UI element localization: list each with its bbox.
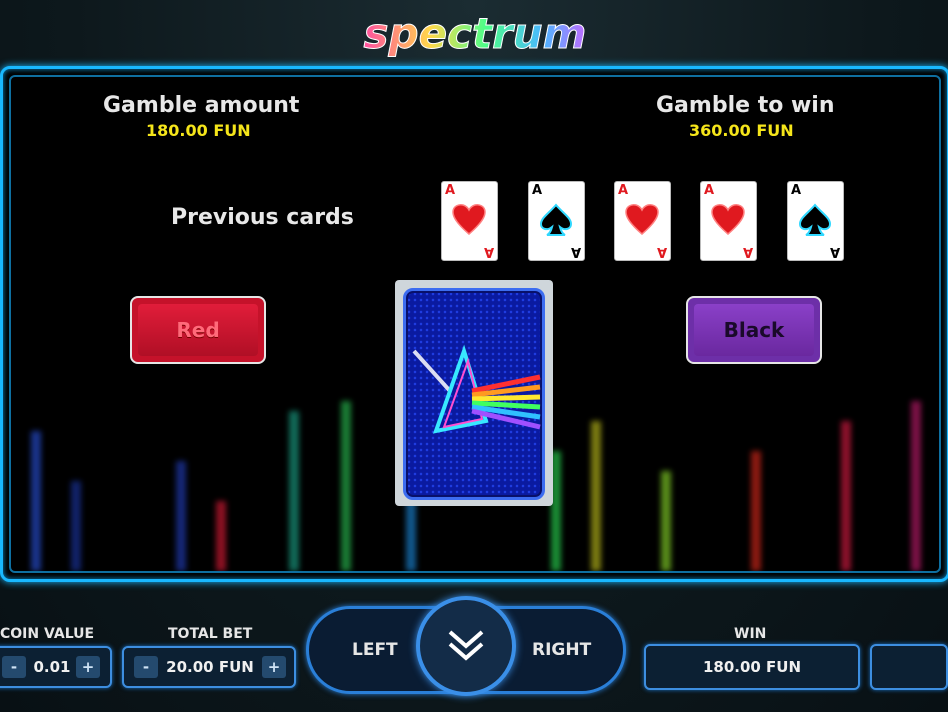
card-rank: A <box>656 244 667 259</box>
gamble-to-win-value: 360.00 FUN <box>689 121 794 140</box>
red-button[interactable]: Red <box>130 296 266 364</box>
gamble-amount-value: 180.00 FUN <box>146 121 251 140</box>
prism-icon <box>412 344 541 434</box>
win-box: 180.00 FUN <box>644 644 860 690</box>
spade-icon <box>539 203 573 236</box>
previous-card: AA <box>700 181 757 261</box>
coin-value-box: - 0.01 + <box>0 646 112 688</box>
left-button[interactable]: LEFT <box>352 640 398 660</box>
black-button-label: Black <box>694 304 814 356</box>
previous-cards-label: Previous cards <box>171 205 354 230</box>
spade-icon <box>798 203 832 236</box>
total-bet-label: TOTAL BET <box>168 626 253 642</box>
win-label: WIN <box>734 626 767 642</box>
right-button[interactable]: RIGHT <box>532 640 591 660</box>
double-chevron-down-icon <box>448 630 484 661</box>
card-rank: A <box>791 183 802 198</box>
face-down-card <box>395 280 553 506</box>
coin-value-plus-button[interactable]: + <box>76 656 100 678</box>
total-bet-box: - 20.00 FUN + <box>122 646 296 688</box>
heart-icon <box>452 204 486 235</box>
heart-icon <box>711 204 745 235</box>
total-bet-plus-button[interactable]: + <box>262 656 286 678</box>
card-rank: A <box>483 244 494 259</box>
previous-card: AA <box>441 181 498 261</box>
heart-icon <box>625 204 659 235</box>
total-bet-minus-button[interactable]: - <box>134 656 158 678</box>
coin-value-label: COIN VALUE <box>0 626 95 642</box>
card-rank: A <box>618 183 629 198</box>
svg-text:spectrum: spectrum <box>364 9 587 58</box>
card-rank: A <box>742 244 753 259</box>
gamble-to-win-label: Gamble to win <box>656 93 835 118</box>
spectrum-logo: spectrum <box>363 9 587 59</box>
coin-value-minus-button[interactable]: - <box>2 656 26 678</box>
card-back <box>403 288 545 500</box>
gamble-amount-label: Gamble amount <box>103 93 300 118</box>
total-bet-value: 20.00 FUN <box>166 658 254 676</box>
collapse-button[interactable] <box>416 596 516 696</box>
card-rank: A <box>704 183 715 198</box>
previous-card: AA <box>528 181 585 261</box>
win-value: 180.00 FUN <box>702 658 802 676</box>
card-rank: A <box>445 183 456 198</box>
red-button-label: Red <box>138 304 258 356</box>
previous-card: AA <box>614 181 671 261</box>
previous-card: AA <box>787 181 844 261</box>
extra-box[interactable] <box>870 644 948 690</box>
card-rank: A <box>532 183 543 198</box>
coin-value: 0.01 <box>33 658 71 676</box>
card-rank: A <box>829 244 840 259</box>
black-button[interactable]: Black <box>686 296 822 364</box>
card-rank: A <box>570 244 581 259</box>
